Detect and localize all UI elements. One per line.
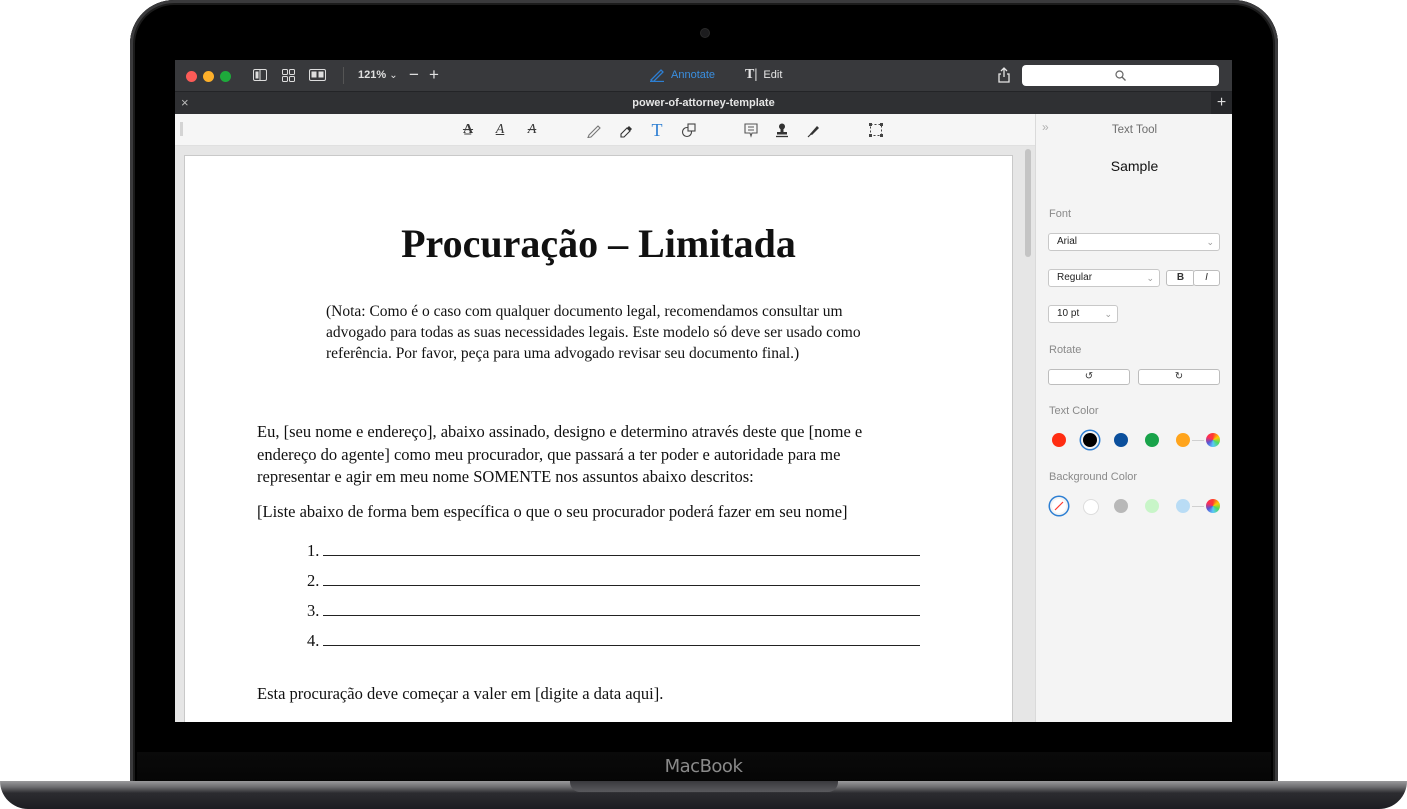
document-title: Procuração – Limitada [401, 221, 796, 266]
app-window: 121% ⌄ − + Annotate T| Edit × power-of-a… [175, 60, 1232, 722]
zoom-level-dropdown[interactable]: 121% ⌄ [358, 69, 398, 81]
search-icon [1115, 70, 1126, 81]
chevron-down-icon: ⌄ [1104, 309, 1112, 319]
tab-bar: × power-of-attorney-template + [175, 91, 1232, 114]
chevron-down-icon: ⌄ [1146, 273, 1154, 283]
font-family-dropdown[interactable]: Arial ⌄ [1048, 233, 1220, 251]
sidebar-view-icon[interactable] [253, 69, 267, 81]
grid-view-icon[interactable] [282, 69, 295, 82]
font-style-dropdown[interactable]: Regular ⌄ [1048, 269, 1160, 287]
bold-button[interactable]: B [1166, 270, 1195, 286]
document-paragraph: Eu, [seu nome e endereço], abaixo assina… [257, 422, 863, 486]
vertical-scrollbar[interactable] [1025, 149, 1031, 257]
pencil-icon[interactable] [585, 121, 603, 139]
annotate-mode-label: Annotate [671, 69, 716, 81]
font-style-value: Regular [1057, 272, 1093, 283]
list-item: 4. [307, 631, 921, 651]
blank-line [323, 633, 921, 646]
font-family-value: Arial [1057, 236, 1078, 247]
font-size-value: 10 pt [1057, 308, 1080, 319]
font-sample: Sample [1110, 158, 1159, 174]
zoom-level: 121% [358, 69, 387, 81]
text-color-swatch[interactable] [1145, 433, 1159, 447]
background-color-swatch[interactable] [1114, 499, 1128, 513]
edit-mode-label: Edit [763, 69, 783, 81]
background-color-swatch[interactable] [1145, 499, 1159, 513]
close-window-button[interactable] [186, 71, 197, 82]
text-tool-sidebar: » Text Tool Sample Font Arial ⌄ Regular ⌄ … [1035, 114, 1232, 722]
divider [1192, 440, 1204, 441]
list-item: 2. [307, 571, 921, 591]
fullscreen-window-button[interactable] [220, 71, 231, 82]
color-wheel-icon[interactable] [1206, 499, 1220, 513]
document-page: Procuração – Limitada (Nota: Como é o ca… [184, 155, 1013, 722]
text-color-label: Text Color [1049, 405, 1099, 417]
text-color-swatch[interactable] [1083, 433, 1097, 447]
text-color-swatch[interactable] [1052, 433, 1066, 447]
edit-mode-button[interactable]: T| Edit [745, 67, 782, 83]
background-color-label: Background Color [1049, 471, 1138, 483]
list-item: 3. [307, 601, 921, 621]
toolbar-divider [343, 67, 344, 84]
font-size-dropdown[interactable]: 10 pt ⌄ [1048, 305, 1118, 323]
list-item: 1. [307, 541, 921, 561]
blank-line [323, 603, 921, 616]
two-page-view-icon[interactable] [309, 69, 326, 81]
list-number: 3. [307, 601, 320, 620]
list-number: 2. [307, 571, 320, 590]
annotate-mode-button[interactable]: Annotate [649, 68, 715, 82]
sidebar-title: Text Tool [1111, 124, 1158, 136]
camera [701, 29, 709, 37]
blank-line [323, 543, 921, 556]
selection-icon[interactable] [867, 121, 885, 139]
italic-button[interactable]: I [1193, 270, 1220, 286]
search-input[interactable] [1022, 65, 1219, 86]
eraser-icon[interactable] [617, 121, 635, 139]
document-viewer[interactable]: Procuração – Limitada (Nota: Como é o ca… [175, 146, 1035, 722]
divider [1192, 506, 1204, 507]
chevron-down-icon: ⌄ [389, 70, 398, 81]
chevron-down-icon: ⌄ [1206, 237, 1214, 247]
note-icon[interactable] [742, 121, 760, 139]
new-tab-button[interactable]: + [1211, 92, 1232, 114]
font-label: Font [1049, 208, 1072, 220]
underline-icon[interactable]: A [491, 121, 509, 139]
text-tool-icon[interactable]: T [648, 120, 666, 140]
title-bar: 121% ⌄ − + Annotate T| Edit [175, 60, 1232, 91]
minimize-window-button[interactable] [203, 71, 214, 82]
zoom-in-button[interactable]: + [429, 65, 439, 85]
rotate-right-icon: ↻ [1174, 371, 1184, 382]
laptop-brand: MacBook [664, 756, 743, 777]
rotate-left-icon: ↺ [1084, 371, 1094, 382]
color-wheel-icon[interactable] [1206, 433, 1220, 447]
text-color-swatch[interactable] [1114, 433, 1128, 447]
rotate-label: Rotate [1049, 344, 1082, 356]
drag-handle[interactable] [180, 122, 183, 136]
background-color-swatch[interactable] [1176, 499, 1190, 513]
text-cursor-icon: T| [745, 67, 758, 82]
document-paragraph: Esta procuração deve começar a valer em … [257, 684, 664, 703]
list-number: 1. [307, 541, 320, 560]
rotate-right-button[interactable]: ↻ [1138, 369, 1220, 385]
annotation-toolbar: A̲ A A T [175, 114, 1035, 146]
annotate-pen-icon [650, 69, 664, 82]
zoom-out-button[interactable]: − [409, 65, 419, 85]
document-paragraph: [Liste abaixo de forma bem específica o … [257, 502, 848, 521]
background-color-swatch-none[interactable] [1052, 499, 1066, 513]
text-color-swatch[interactable] [1176, 433, 1190, 447]
shapes-icon[interactable] [680, 121, 698, 139]
rotate-left-button[interactable]: ↺ [1048, 369, 1130, 385]
background-color-swatch[interactable] [1083, 499, 1099, 515]
document-tab-title[interactable]: power-of-attorney-template [175, 97, 1232, 109]
strikethrough-icon[interactable]: A [523, 121, 541, 139]
stamp-icon[interactable] [773, 121, 791, 139]
laptop-notch [570, 781, 838, 792]
list-number: 4. [307, 631, 320, 650]
document-note: (Nota: Como é o caso com qualquer docume… [326, 303, 861, 362]
text-highlight-icon[interactable]: A̲ [459, 121, 477, 139]
blank-line [323, 573, 921, 586]
signature-pen-icon[interactable] [805, 121, 823, 139]
share-icon[interactable] [997, 67, 1011, 83]
